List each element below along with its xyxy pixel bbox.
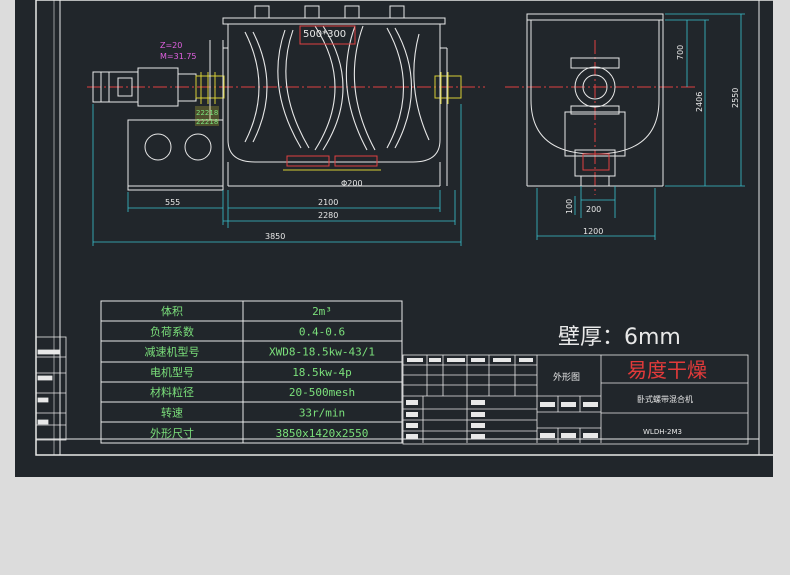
ribbon-agitator bbox=[244, 25, 430, 151]
spec-label: 负荷系数 bbox=[150, 324, 194, 338]
front-view bbox=[87, 5, 485, 191]
spec-label: 转速 bbox=[161, 406, 183, 420]
front-dimensions bbox=[92, 104, 462, 246]
spec-label: 体积 bbox=[161, 304, 183, 318]
dim-3850: 3850 bbox=[265, 232, 285, 241]
outlet-label: Φ200 bbox=[341, 179, 363, 188]
drive-coupling bbox=[195, 72, 462, 104]
spec-value: 20-500mesh bbox=[289, 386, 355, 399]
dim-2280: 2280 bbox=[318, 211, 338, 220]
spec-value: 33r/min bbox=[299, 407, 345, 420]
spec-table: 体积 2m³ 负荷系数 0.4-0.6 减速机型号 XWD8-18.5kw-43/1 电机型… bbox=[100, 300, 403, 444]
revision-block-left bbox=[35, 336, 67, 441]
spec-value: 3850x1420x2550 bbox=[276, 427, 369, 440]
spec-label: 外形尺寸 bbox=[150, 426, 194, 440]
side-view bbox=[505, 13, 695, 195]
dim-2550: 2550 bbox=[731, 88, 740, 108]
company-name: 易度干燥 bbox=[627, 358, 707, 382]
product-name: 卧式螺带混合机 bbox=[637, 394, 693, 404]
dim-2406: 2406 bbox=[695, 92, 704, 112]
dim-1200: 1200 bbox=[583, 227, 603, 236]
wall-thickness-note: 壁厚：6mm bbox=[558, 325, 681, 350]
spec-value: 0.4-0.6 bbox=[299, 325, 345, 338]
view-name: 外形图 bbox=[553, 371, 580, 383]
title-block-small-labels bbox=[406, 358, 598, 439]
model-number: WLDH-2M3 bbox=[643, 428, 682, 436]
spec-value: 18.5kw-4p bbox=[292, 366, 352, 379]
spec-value: XWD8-18.5kw-43/1 bbox=[269, 346, 375, 359]
inlet-outlet bbox=[286, 25, 378, 167]
spec-value: 2m³ bbox=[312, 305, 332, 318]
dim-700: 700 bbox=[676, 45, 685, 60]
dim-2100: 2100 bbox=[318, 198, 338, 207]
dim-555: 555 bbox=[165, 198, 180, 207]
gear-label-m: M=31.75 bbox=[160, 52, 197, 61]
cad-drawing-canvas: Z=20 M=31.75 22218 22218 500*300 Φ200 55… bbox=[15, 0, 773, 477]
spec-label: 电机型号 bbox=[150, 365, 194, 379]
spec-label: 减速机型号 bbox=[145, 345, 200, 359]
gear-label-z: Z=20 bbox=[160, 41, 182, 50]
inlet-label: 500*300 bbox=[303, 29, 346, 40]
bearing-label-2: 22218 bbox=[196, 118, 218, 126]
dim-200: 200 bbox=[586, 205, 601, 214]
cad-drawing: Z=20 M=31.75 22218 22218 500*300 Φ200 55… bbox=[35, 0, 773, 456]
dim-100: 100 bbox=[565, 199, 574, 214]
bearing-label-1: 22218 bbox=[196, 109, 218, 117]
spec-label: 材料粒径 bbox=[150, 385, 194, 399]
